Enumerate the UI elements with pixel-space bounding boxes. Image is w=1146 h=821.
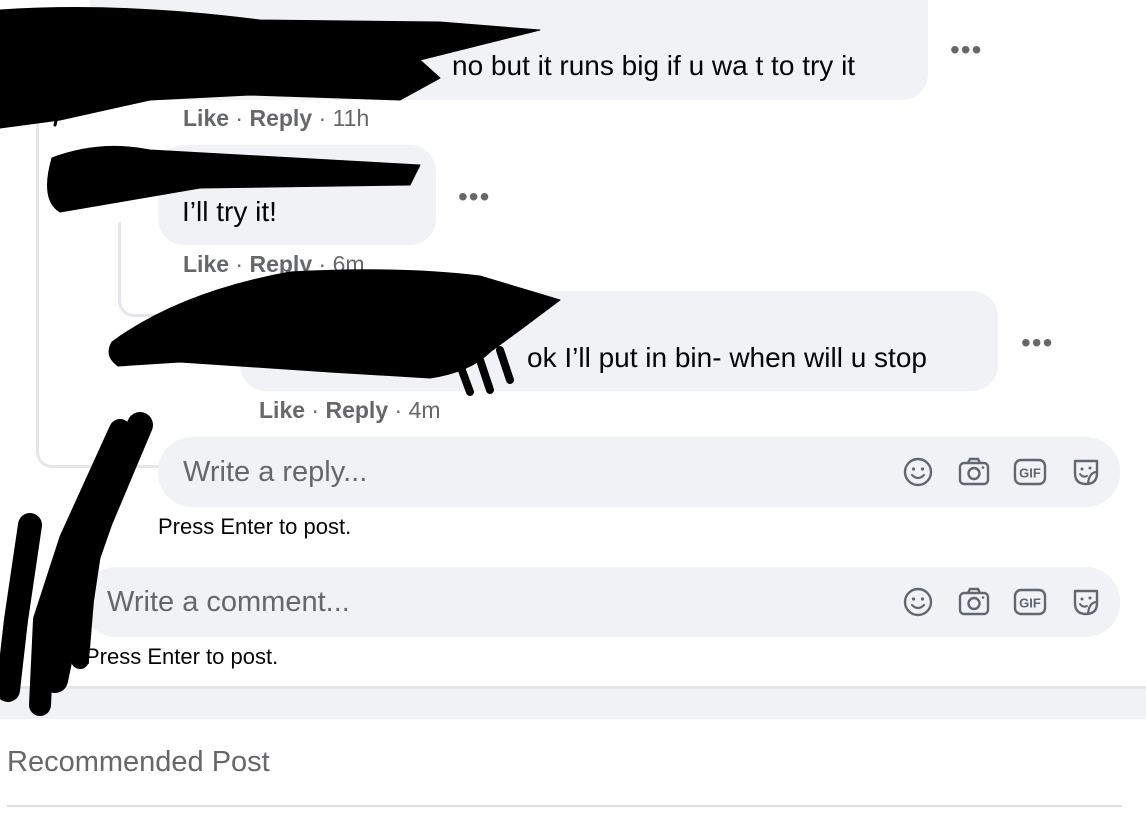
redaction-scribble: [0, 7, 561, 716]
